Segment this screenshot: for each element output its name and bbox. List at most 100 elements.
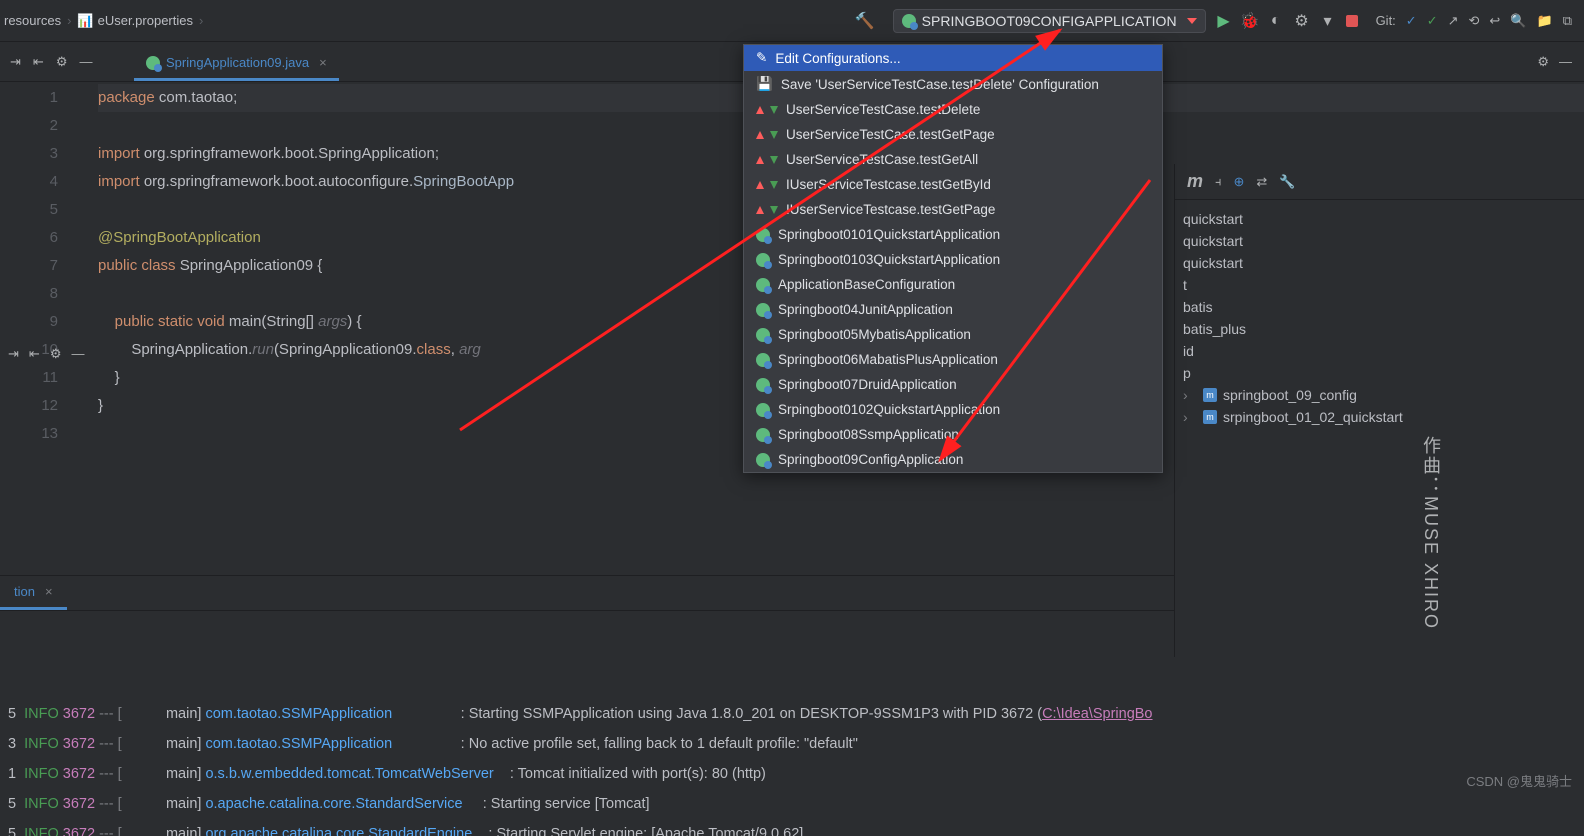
tree-item[interactable]: quickstart [1179,252,1580,274]
line-gutter: 1 2 3 4 5 6 7 8 9 10 11 12 13 [0,82,70,575]
junit-icon [770,106,778,114]
profile-icon[interactable]: ⚙ [1294,13,1310,29]
build-icon[interactable]: 🔨 [855,11,875,31]
git-history-icon[interactable]: ⟲ [1469,13,1480,29]
git-update-icon[interactable]: ✓ [1406,13,1417,29]
git-rollback-icon[interactable]: ↩ [1489,13,1500,29]
run-config-label: SPRINGBOOT09CONFIGAPPLICATION [922,13,1177,29]
run-config-item[interactable]: Springboot05MybatisApplication [744,322,1162,347]
line-number: 12 [0,392,58,420]
tree-item[interactable]: batis [1179,296,1580,318]
code-token: { [317,257,322,274]
code-token: org.springframework.boot.autoconfigure. [144,173,413,190]
collapse-icon[interactable]: ⇥ [10,54,21,70]
line-number: 7 [0,252,58,280]
minimize-icon[interactable]: — [71,346,84,362]
close-icon[interactable]: × [45,584,53,599]
tree-label: quickstart [1183,233,1243,249]
tab-label: SpringApplication09.java [166,55,309,70]
attach-icon[interactable]: ▾ [1320,13,1336,29]
dropdown-label: Srpingboot0102QuickstartApplication [778,402,1000,417]
console-line: 1 INFO 3672 --- [ main] o.s.b.w.embedded… [8,759,1576,789]
run-config-item[interactable]: UserServiceTestCase.testDelete [744,97,1162,122]
run-config-item[interactable]: ApplicationBaseConfiguration [744,272,1162,297]
tab-label: tion [14,584,35,599]
coverage-icon[interactable]: ◐ [1268,13,1284,29]
run-config-item[interactable]: Springboot0103QuickstartApplication [744,247,1162,272]
watermark: 作曲：MUSE XHIRO [1418,436,1444,630]
left-gutter-tools-2: ⇥ ⇤ ⚙ — [0,340,92,368]
maven-m-icon[interactable]: m [1187,171,1203,192]
code-token: public static void [98,313,229,330]
run-config-item[interactable]: IUserServiceTestcase.testGetPage [744,197,1162,222]
wrench-icon[interactable]: 🔧 [1279,174,1295,190]
tree-label: springboot_09_config [1223,387,1357,403]
code-token: com.taotao [159,89,233,106]
dropdown-label: IUserServiceTestcase.testGetById [786,177,991,192]
run-config-item[interactable]: Springboot04JunitApplication [744,297,1162,322]
collapse-icon[interactable]: ⇥ [8,346,19,362]
expand-icon[interactable]: ⇤ [33,54,44,70]
tree-item[interactable]: t [1179,274,1580,296]
gear-icon[interactable]: ⚙ [56,54,68,70]
git-commit-icon[interactable]: ✓ [1427,13,1438,29]
expand-icon[interactable]: ⇤ [29,346,40,362]
tree-item[interactable]: quickstart [1179,230,1580,252]
file-tab[interactable]: SpringApplication09.java × [134,47,339,81]
dropdown-label: Save 'UserServiceTestCase.testDelete' Co… [781,77,1099,92]
debug-icon[interactable]: 🐞 [1242,13,1258,29]
spring-icon [756,253,770,267]
spring-icon [756,328,770,342]
window-icon[interactable]: ⧉ [1563,13,1572,29]
minimize-icon[interactable]: — [79,54,92,69]
breadcrumb-item[interactable]: 📊 eUser.properties [77,13,193,29]
spring-icon [756,278,770,292]
toolbar-right: 🔨 SPRINGBOOT09CONFIGAPPLICATION ▶ 🐞 ◐ ⚙ … [855,9,1584,33]
run-config-item[interactable]: Springboot0101QuickstartApplication [744,222,1162,247]
run-config-item[interactable]: UserServiceTestCase.testGetAll [744,147,1162,172]
run-config-item[interactable]: Springboot08SsmpApplication [744,422,1162,447]
close-icon[interactable]: × [319,55,327,70]
dropdown-label: UserServiceTestCase.testDelete [786,102,980,117]
run-tab[interactable]: tion × [0,576,67,610]
settings-icon[interactable]: 📁 [1537,13,1553,29]
run-icon[interactable]: ▶ [1216,13,1232,29]
tree-item[interactable]: ›msrpingboot_01_02_quickstart [1179,406,1580,428]
spring-icon [756,303,770,317]
console-line: 3 INFO 3672 --- [ main] com.taotao.SSMPA… [8,729,1576,759]
tree-item[interactable]: ›mspringboot_09_config [1179,384,1580,406]
run-config-selector[interactable]: SPRINGBOOT09CONFIGAPPLICATION [893,9,1206,33]
code-token: (SpringApplication09. [274,341,417,358]
tree-item[interactable]: batis_plus [1179,318,1580,340]
floppy-icon: 💾 [756,76,773,92]
run-config-item[interactable]: Springboot07DruidApplication [744,372,1162,397]
execute-icon[interactable]: ⊕ [1234,174,1245,190]
run-config-item[interactable]: IUserServiceTestcase.testGetById [744,172,1162,197]
code-token: , [451,341,459,358]
run-config-item[interactable]: Srpingboot0102QuickstartApplication [744,397,1162,422]
dropdown-label: Springboot05MybatisApplication [778,327,971,342]
dropdown-label: Springboot0103QuickstartApplication [778,252,1000,267]
tree-item[interactable]: id [1179,340,1580,362]
code-token: } [98,397,103,414]
stop-icon[interactable] [1346,15,1358,27]
search-icon[interactable]: 🔍 [1510,13,1526,29]
gear-icon[interactable]: ⚙ [50,346,62,362]
git-push-icon[interactable]: ↗ [1448,13,1459,29]
left-gutter-tools: ⇥ ⇤ ⚙ — [0,54,130,70]
breadcrumb-item[interactable]: resources [4,13,61,28]
tree-item[interactable]: p [1179,362,1580,384]
tree-item[interactable]: quickstart [1179,208,1580,230]
run-config-item[interactable]: Springboot09ConfigApplication [744,447,1162,472]
code-token: (String[] [261,313,318,330]
edit-configurations-item[interactable]: ✎ Edit Configurations... [744,45,1162,71]
run-config-item[interactable]: Springboot06MabatisPlusApplication [744,347,1162,372]
dropdown-label: UserServiceTestCase.testGetPage [786,127,995,142]
minimize-icon[interactable]: — [1559,54,1572,70]
sync-icon[interactable]: ⫞ [1215,174,1222,190]
gear-icon[interactable]: ⚙ [1537,54,1549,70]
run-config-item[interactable]: UserServiceTestCase.testGetPage [744,122,1162,147]
dropdown-label: Springboot08SsmpApplication [778,427,959,442]
toggle-icon[interactable]: ⇄ [1256,174,1267,190]
save-config-item[interactable]: 💾 Save 'UserServiceTestCase.testDelete' … [744,71,1162,97]
